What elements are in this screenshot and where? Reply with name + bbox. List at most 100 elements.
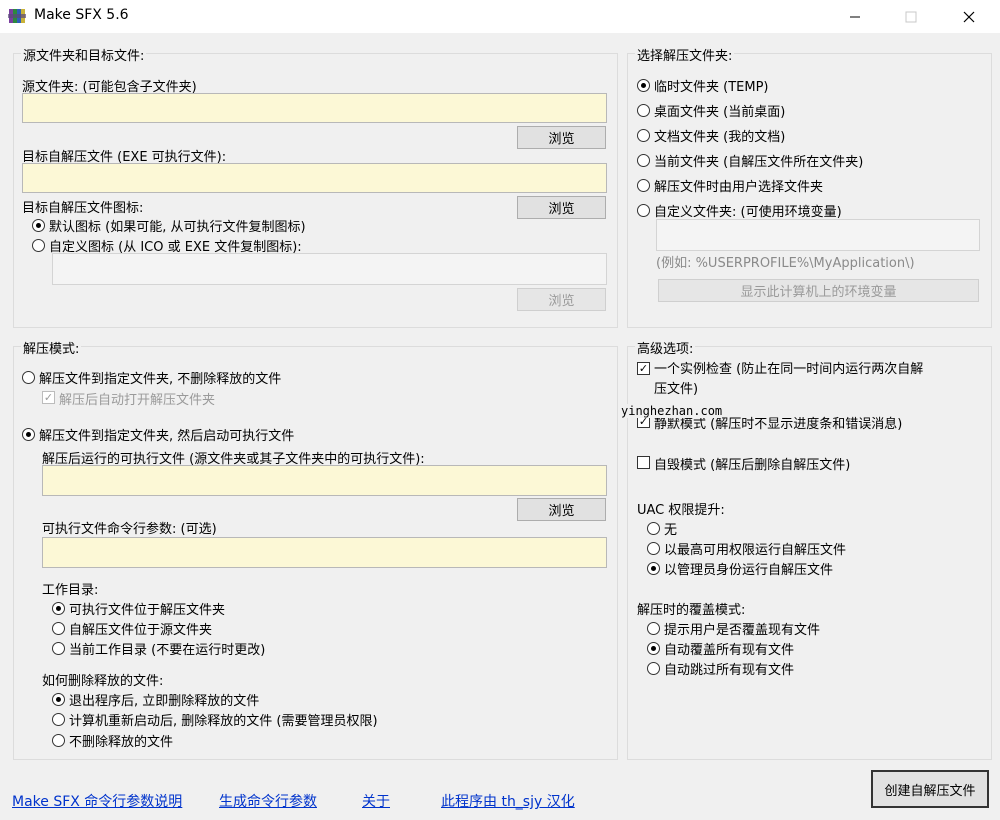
workdir-option-label: 自解压文件位于源文件夹	[69, 623, 213, 638]
radio-unselected-icon	[22, 371, 35, 384]
uac-option-label: 以管理员身份运行自解压文件	[664, 563, 834, 578]
radio-selected-icon	[32, 219, 45, 232]
radio-unselected-icon	[637, 154, 650, 167]
custom-folder-input[interactable]	[656, 219, 980, 251]
single-instance-line1: 一个实例检查 (防止在同一时间内运行两次自解	[654, 362, 924, 377]
close-button[interactable]	[946, 0, 992, 33]
checkmark-icon: ✓	[42, 391, 55, 404]
uac-option-admin[interactable]: 以管理员身份运行自解压文件	[647, 559, 833, 578]
extract-folder-group-title: 选择解压文件夹:	[635, 45, 735, 64]
generate-cmdline-link[interactable]: 生成命令行参数	[219, 791, 317, 811]
radio-selected-icon	[647, 642, 660, 655]
radio-selected-icon	[22, 428, 35, 441]
extract-option-label: 文档文件夹 (我的文档)	[654, 130, 786, 145]
overwrite-option-label: 提示用户是否覆盖现有文件	[664, 623, 821, 638]
about-link[interactable]: 关于	[362, 791, 390, 811]
auto-open-checkbox[interactable]: ✓ 解压后自动打开解压文件夹	[42, 389, 215, 408]
workdir-option-extract[interactable]: 可执行文件位于解压文件夹	[52, 599, 225, 618]
custom-folder-example: (例如: %USERPROFILE%\MyApplication\)	[656, 256, 915, 271]
radio-unselected-icon	[637, 204, 650, 217]
overwrite-label: 解压时的覆盖模式:	[637, 603, 746, 618]
checkmark-icon: ✓	[637, 362, 650, 375]
overwrite-option-all[interactable]: 自动覆盖所有现有文件	[647, 639, 794, 658]
radio-unselected-icon	[52, 622, 65, 635]
radio-selected-icon	[52, 602, 65, 615]
radio-selected-icon	[637, 79, 650, 92]
workdir-option-label: 当前工作目录 (不要在运行时更改)	[69, 643, 266, 658]
workdir-option-current[interactable]: 当前工作目录 (不要在运行时更改)	[52, 639, 265, 658]
radio-unselected-icon	[52, 734, 65, 747]
extract-option-user-choose[interactable]: 解压文件时由用户选择文件夹	[637, 176, 823, 195]
extract-option-temp[interactable]: 临时文件夹 (TEMP)	[637, 76, 769, 95]
target-file-input[interactable]	[22, 163, 607, 193]
delete-option-label: 退出程序后, 立即删除释放的文件	[69, 694, 260, 709]
delete-option-reboot[interactable]: 计算机重新启动后, 删除释放的文件 (需要管理员权限)	[52, 710, 378, 729]
browse-target-button[interactable]: 浏览	[517, 196, 606, 219]
delete-option-label: 计算机重新启动后, 删除释放的文件 (需要管理员权限)	[69, 714, 378, 729]
workdir-label: 工作目录:	[42, 583, 99, 598]
title-bar: Make SFX 5.6	[0, 0, 1000, 33]
overwrite-option-label: 自动覆盖所有现有文件	[664, 643, 795, 658]
radio-unselected-icon	[647, 662, 660, 675]
icon-path-input[interactable]	[52, 253, 607, 285]
extract-option-custom[interactable]: 自定义文件夹: (可使用环境变量)	[637, 201, 842, 220]
extract-option-desktop[interactable]: 桌面文件夹 (当前桌面)	[637, 101, 785, 120]
radio-unselected-icon	[637, 179, 650, 192]
source-folder-input[interactable]	[22, 93, 607, 123]
browse-source-button[interactable]: 浏览	[517, 126, 606, 149]
extract-option-label: 解压文件时由用户选择文件夹	[654, 180, 824, 195]
radio-unselected-icon	[647, 542, 660, 555]
exe-input[interactable]	[42, 465, 607, 496]
workdir-option-source[interactable]: 自解压文件位于源文件夹	[52, 619, 212, 638]
mode-run-exe-radio[interactable]: 解压文件到指定文件夹, 然后启动可执行文件	[22, 425, 294, 444]
browse-icon-button[interactable]: 浏览	[517, 288, 606, 311]
radio-unselected-icon	[637, 129, 650, 142]
watermark: yinghezhan.com	[621, 404, 723, 418]
app-icon	[8, 9, 26, 23]
single-instance-label: 一个实例检查 (防止在同一时间内运行两次自解 压文件)	[654, 360, 923, 400]
extract-option-label: 当前文件夹 (自解压文件所在文件夹)	[654, 155, 864, 170]
self-delete-checkbox[interactable]: 自毁模式 (解压后删除自解压文件)	[637, 454, 850, 473]
mode-run-exe-label: 解压文件到指定文件夹, 然后启动可执行文件	[39, 429, 295, 444]
args-label: 可执行文件命令行参数: (可选)	[42, 522, 217, 537]
window-title: Make SFX 5.6	[34, 7, 129, 23]
radio-unselected-icon	[52, 642, 65, 655]
delete-option-none[interactable]: 不删除释放的文件	[52, 731, 173, 750]
extract-option-label: 桌面文件夹 (当前桌面)	[654, 105, 786, 120]
icon-label: 目标自解压文件图标:	[22, 201, 144, 216]
extract-option-current[interactable]: 当前文件夹 (自解压文件所在文件夹)	[637, 151, 863, 170]
checkbox-empty-icon	[637, 456, 650, 469]
single-instance-checkbox[interactable]: ✓ 一个实例检查 (防止在同一时间内运行两次自解 压文件)	[637, 360, 923, 400]
icon-default-radio[interactable]: 默认图标 (如果可能, 从可执行文件复制图标)	[32, 216, 306, 235]
workdir-option-label: 可执行文件位于解压文件夹	[69, 603, 226, 618]
delete-option-label: 不删除释放的文件	[69, 735, 174, 750]
radio-selected-icon	[647, 562, 660, 575]
uac-label: UAC 权限提升:	[637, 503, 725, 518]
browse-exe-button[interactable]: 浏览	[517, 498, 606, 521]
delete-option-exit[interactable]: 退出程序后, 立即删除释放的文件	[52, 690, 259, 709]
overwrite-option-prompt[interactable]: 提示用户是否覆盖现有文件	[647, 619, 820, 638]
translator-link[interactable]: 此程序由 th_sjy 汉化	[441, 791, 575, 811]
extract-option-label: 自定义文件夹: (可使用环境变量)	[654, 205, 842, 220]
radio-unselected-icon	[647, 622, 660, 635]
args-input[interactable]	[42, 537, 607, 568]
uac-option-none[interactable]: 无	[647, 519, 677, 538]
radio-unselected-icon	[637, 104, 650, 117]
advanced-group-title: 高级选项:	[635, 338, 696, 357]
close-icon	[963, 11, 975, 22]
cmdline-help-link[interactable]: Make SFX 命令行参数说明	[12, 791, 182, 811]
radio-unselected-icon	[32, 239, 45, 252]
extract-option-documents[interactable]: 文档文件夹 (我的文档)	[637, 126, 785, 145]
minimize-button[interactable]	[832, 0, 878, 33]
auto-open-label: 解压后自动打开解压文件夹	[59, 393, 216, 408]
show-env-vars-button[interactable]: 显示此计算机上的环境变量	[658, 279, 979, 302]
overwrite-option-skip[interactable]: 自动跳过所有现有文件	[647, 659, 794, 678]
radio-selected-icon	[52, 693, 65, 706]
uac-option-highest[interactable]: 以最高可用权限运行自解压文件	[647, 539, 846, 558]
maximize-icon	[905, 11, 917, 22]
radio-unselected-icon	[647, 522, 660, 535]
mode-no-delete-radio[interactable]: 解压文件到指定文件夹, 不删除释放的文件	[22, 368, 281, 387]
maximize-button[interactable]	[888, 0, 934, 33]
create-sfx-button[interactable]: 创建自解压文件	[871, 770, 989, 808]
source-target-group-title: 源文件夹和目标文件:	[21, 45, 147, 64]
